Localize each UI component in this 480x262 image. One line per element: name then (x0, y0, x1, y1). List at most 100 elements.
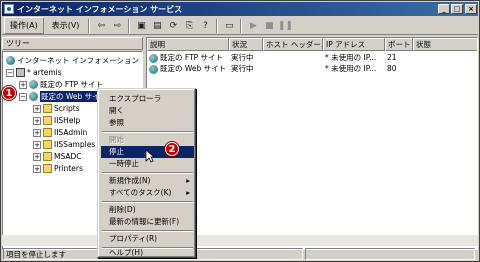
column-header-ip[interactable]: IP アドレス (323, 38, 385, 51)
status-bar: 項目を停止します (2, 247, 478, 261)
tree-web-site[interactable]: − 既定の Web サイト (19, 91, 109, 102)
list-row[interactable]: 既定の Web サイト 実行中 * 未使用の IP... 80 (147, 63, 477, 74)
menu-item-new[interactable]: 新規作成(N) ▸ (101, 175, 194, 187)
tree-root[interactable]: インターネット インフォメーション サービス (6, 55, 142, 66)
back-arrow-icon[interactable]: ⇦ (93, 19, 109, 33)
tree-child[interactable]: + IISSamples (33, 139, 95, 150)
folder-icon (43, 164, 52, 173)
folder-icon (43, 116, 52, 125)
tree-child-label: IISSamples (54, 140, 96, 149)
collapse-icon[interactable]: − (6, 68, 14, 77)
row-status: 実行中 (231, 53, 254, 62)
folder-icon (43, 104, 52, 113)
refresh-icon[interactable]: ⟳ (165, 19, 181, 33)
expand-icon[interactable]: + (33, 164, 41, 173)
iis-root-icon (6, 56, 15, 65)
minimize-button[interactable]: _ (438, 4, 450, 14)
column-header-state[interactable]: 状態 (413, 38, 477, 51)
expand-icon[interactable]: + (33, 104, 41, 113)
menu-item-all-tasks[interactable]: すべてのタスク(K) ▸ (101, 187, 194, 199)
toolbar-separator (88, 18, 91, 33)
list-row[interactable]: 既定の FTP サイト 実行中 * 未使用の IP... 21 (147, 52, 477, 63)
tree-ftp-site[interactable]: + 既定の FTP サイト (19, 79, 103, 90)
column-header-status[interactable]: 状況 (229, 38, 263, 51)
submenu-arrow-icon: ▸ (186, 176, 190, 185)
mouse-cursor-icon (145, 149, 155, 163)
status-pane-secondary (305, 248, 475, 260)
tree-child[interactable]: + MSADC (33, 151, 82, 162)
expand-icon[interactable]: + (33, 116, 41, 125)
menu-separator (102, 131, 193, 133)
properties-icon[interactable]: ▤ (149, 19, 165, 33)
toolbar-separator (128, 18, 131, 33)
close-button[interactable]: × (465, 4, 477, 14)
row-ip: * 未使用の IP... (325, 53, 377, 62)
maximize-button[interactable]: □ (451, 4, 463, 14)
menu-and-toolbar: 操作(A) 表示(V) ⇦ ⇨ ▣ ▤ ⟳ ⎘ ? ▭ ▶ ■ ❚❚ (2, 17, 478, 35)
row-ip: * 未使用の IP... (325, 64, 377, 73)
tree-child-label: Printers (54, 164, 83, 173)
play-icon[interactable]: ▶ (245, 19, 261, 33)
stop-icon[interactable]: ■ (261, 19, 277, 33)
callout-badge-one: 1 (2, 86, 16, 100)
tree-server[interactable]: − * artemis (6, 67, 62, 78)
expand-icon[interactable]: + (19, 80, 27, 89)
folder-icon (43, 128, 52, 137)
help-icon[interactable]: ? (197, 19, 213, 33)
tree-child-label: IISAdmin (54, 128, 88, 137)
menu-item-start[interactable]: 開始 (101, 134, 194, 146)
forward-arrow-icon[interactable]: ⇨ (109, 19, 125, 33)
column-header-port[interactable]: ポート (385, 38, 413, 51)
computer-icon (16, 68, 25, 77)
submenu-arrow-icon: ▸ (186, 188, 190, 197)
tree-child[interactable]: + IISAdmin (33, 127, 87, 138)
collapse-icon[interactable]: − (19, 92, 27, 101)
menu-separator (102, 172, 193, 174)
menu-item-open[interactable]: 開く (101, 105, 194, 117)
menu-item-explorer[interactable]: エクスプローラ (101, 93, 194, 105)
web-site-icon (29, 92, 38, 101)
tree-child[interactable]: + Scripts (33, 103, 80, 114)
tree-child[interactable]: + Printers (33, 163, 83, 174)
row-port: 21 (387, 53, 397, 62)
row-status: 実行中 (231, 64, 254, 73)
menu-separator (102, 201, 193, 203)
row-description: 既定の Web サイト (160, 64, 227, 73)
tree-server-label: * artemis (27, 68, 62, 77)
ftp-site-icon (29, 80, 38, 89)
tree-child-label: IISHelp (54, 116, 81, 125)
expand-icon[interactable]: + (33, 152, 41, 161)
tree-header: ツリー (2, 37, 143, 50)
tree-child-label: MSADC (54, 152, 82, 161)
pause-icon[interactable]: ❚❚ (277, 19, 293, 33)
tree-root-label: インターネット インフォメーション サービス (17, 56, 142, 65)
menu-separator (102, 230, 193, 232)
menu-item-delete[interactable]: 削除(D) (101, 204, 194, 216)
tree-child-label: Scripts (54, 104, 80, 113)
toolbar-separator (240, 18, 243, 33)
menu-item-refresh[interactable]: 最新の情報に更新(F) (101, 216, 194, 228)
tree-child[interactable]: + IISHelp (33, 115, 80, 126)
window-title: インターネット インフォメーション サービス (17, 4, 183, 14)
main-area: ツリー インターネット インフォメーション サービス − * artemis +… (2, 37, 478, 250)
menu-item-help[interactable]: ヘルプ(H) (101, 247, 194, 258)
iis-app-icon (4, 4, 14, 14)
menu-action[interactable]: 操作(A) (4, 17, 44, 34)
computer-icon[interactable]: ▭ (221, 19, 237, 33)
folder-icon (43, 140, 52, 149)
horizontal-scrollbar[interactable] (2, 235, 478, 246)
callout-badge-two: 2 (165, 142, 179, 156)
app-window: インターネット インフォメーション サービス _ □ × 操作(A) 表示(V)… (0, 0, 480, 262)
ftp-site-icon (149, 53, 158, 63)
expand-icon[interactable]: + (33, 140, 41, 149)
expand-icon[interactable]: + (33, 128, 41, 137)
menu-item-new-label: 新規作成(N) (109, 176, 151, 185)
row-description: 既定の FTP サイト (160, 53, 224, 62)
export-icon[interactable]: ⎘ (181, 19, 197, 33)
menu-item-properties[interactable]: プロパティ(R) (101, 233, 194, 245)
column-header-host[interactable]: ホスト ヘッダー... (263, 38, 323, 51)
menu-item-browse[interactable]: 参照 (101, 117, 194, 129)
column-header-description[interactable]: 説明 (147, 38, 229, 51)
up-folder-icon[interactable]: ▣ (133, 19, 149, 33)
menu-view[interactable]: 表示(V) (46, 17, 86, 34)
